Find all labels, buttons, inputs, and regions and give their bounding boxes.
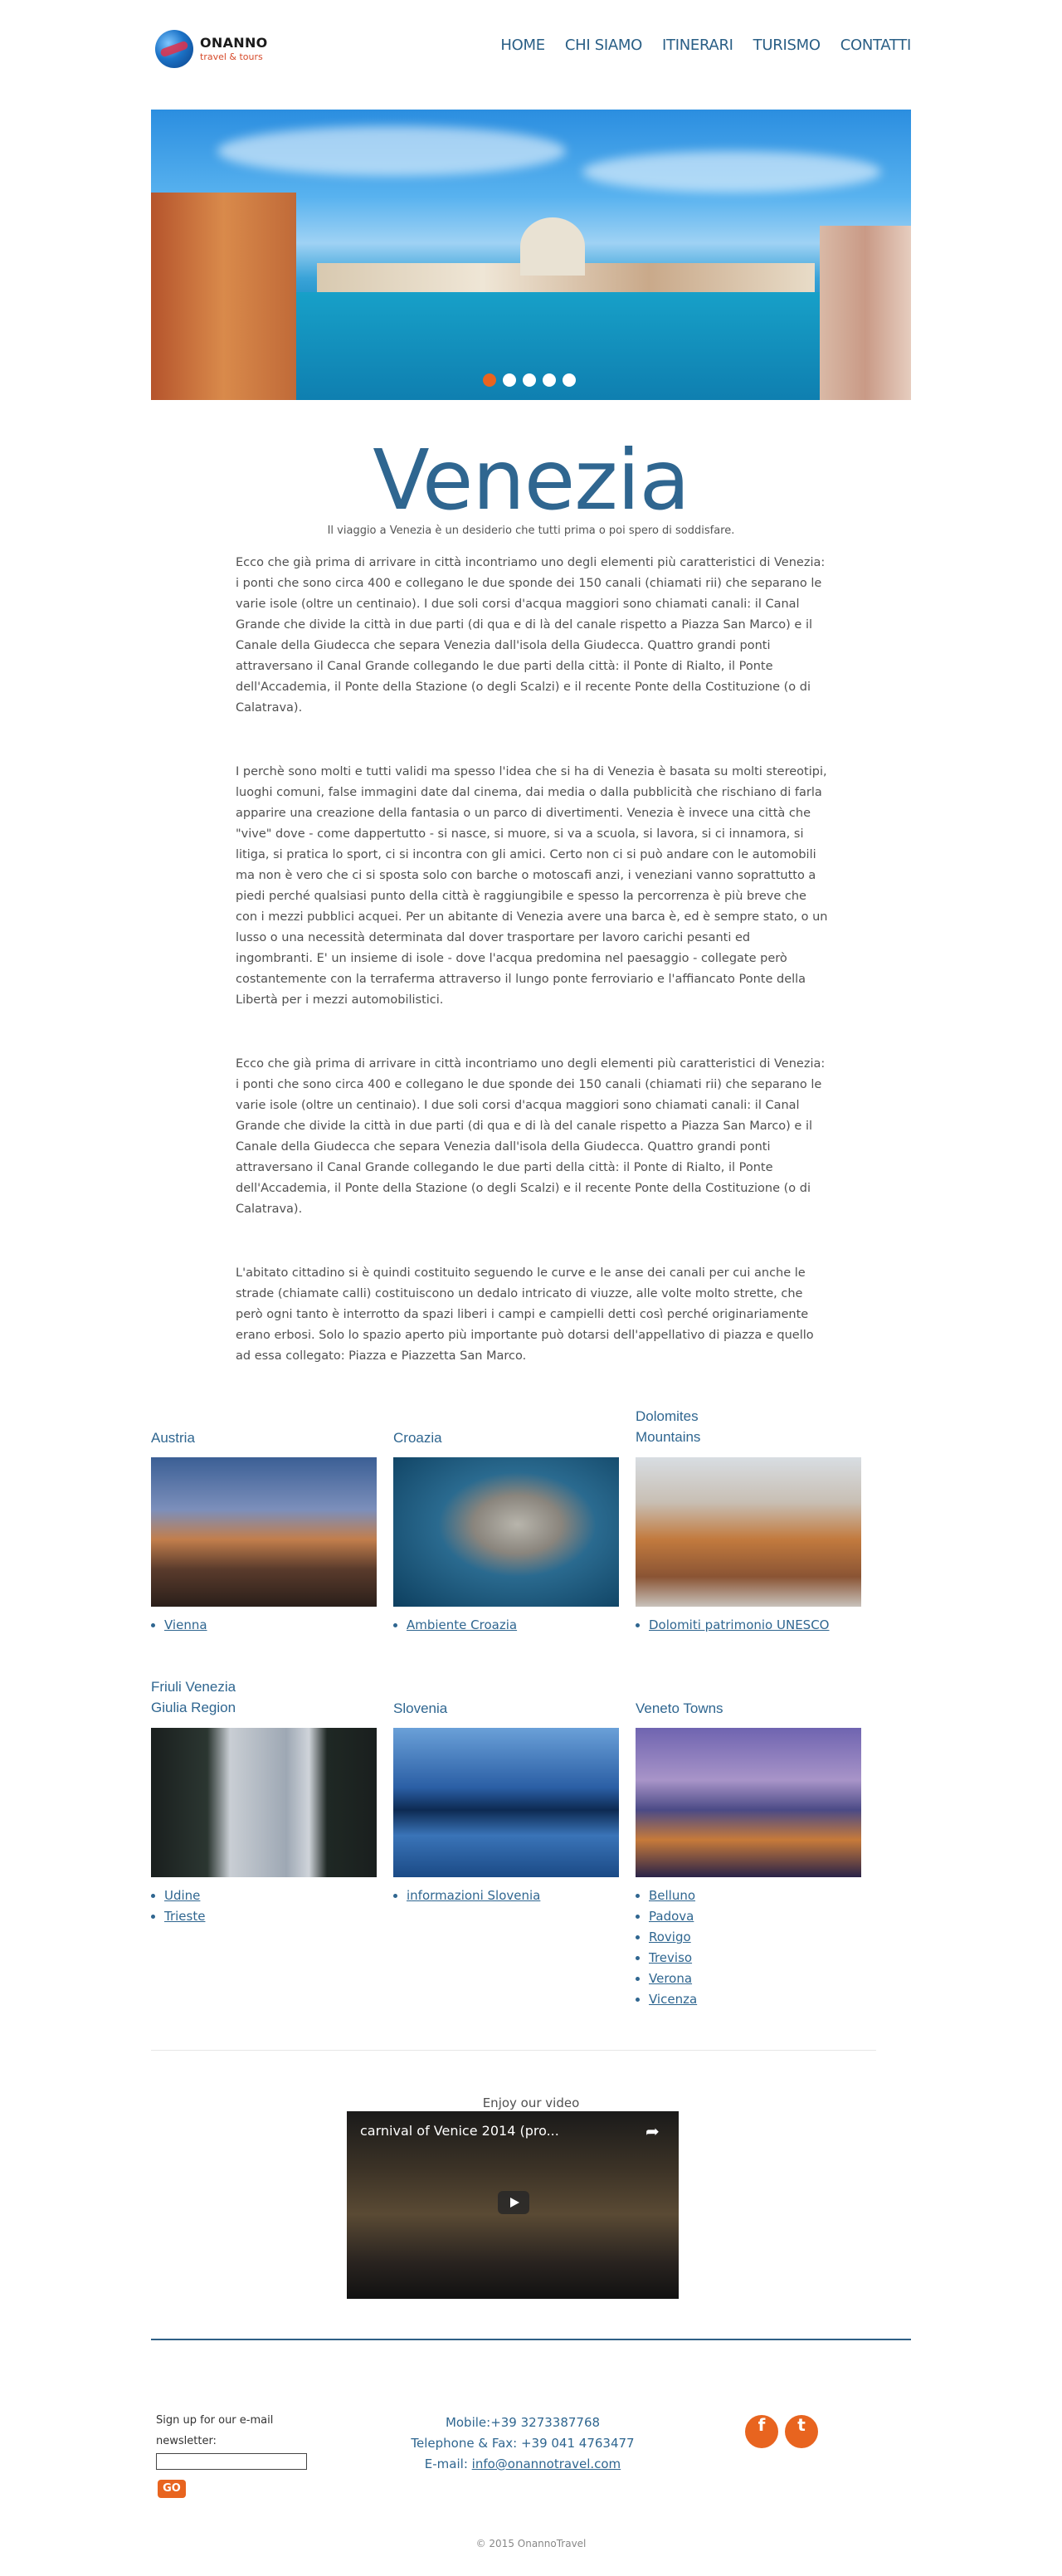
main-nav: HOME CHI SIAMO ITINERARI TURISMO CONTATT… bbox=[500, 37, 911, 54]
link-trieste[interactable]: Trieste bbox=[164, 1909, 205, 1924]
paragraph-4: L'abitato cittadino si è quindi costitui… bbox=[236, 1266, 814, 1363]
newsletter-go-button[interactable]: GO bbox=[158, 2480, 186, 2498]
nav-turismo[interactable]: TURISMO bbox=[753, 37, 821, 54]
region-links: Udine Trieste bbox=[164, 1886, 205, 1927]
region-image-croazia[interactable] bbox=[393, 1457, 619, 1607]
region-links: Dolomiti patrimonio UNESCO bbox=[649, 1615, 830, 1636]
facebook-icon[interactable]: f bbox=[745, 2415, 778, 2448]
slider-dot-1[interactable] bbox=[483, 373, 496, 387]
region-title: Dolomites Mountains bbox=[636, 1408, 701, 1445]
paragraph-1: Ecco che già prima di arrivare in città … bbox=[236, 556, 826, 715]
hero-dome bbox=[520, 217, 585, 276]
region-image-friuli[interactable] bbox=[151, 1728, 377, 1877]
list-item: Padova bbox=[649, 1906, 697, 1927]
nav-chi-siamo[interactable]: CHI SIAMO bbox=[565, 37, 642, 54]
list-item: Belluno bbox=[649, 1886, 697, 1906]
contact-info: Mobile:+39 3273387768 Telephone & Fax: +… bbox=[398, 2413, 647, 2475]
link-verona[interactable]: Verona bbox=[649, 1971, 692, 1986]
nav-itinerari[interactable]: ITINERARI bbox=[662, 37, 733, 54]
region-links: Vienna bbox=[164, 1615, 207, 1636]
copyright: © 2015 OnannoTravel bbox=[475, 2538, 587, 2549]
link-udine[interactable]: Udine bbox=[164, 1888, 200, 1903]
hero-buildings-left bbox=[151, 193, 296, 400]
region-links: Ambiente Croazia bbox=[407, 1615, 517, 1636]
contact-phone: Telephone & Fax: +39 041 4763477 bbox=[411, 2436, 635, 2451]
slider-dot-3[interactable] bbox=[523, 373, 536, 387]
video-label: Enjoy our video bbox=[482, 2095, 580, 2110]
twitter-icon[interactable]: t bbox=[785, 2415, 818, 2448]
logo-tagline: travel & tours bbox=[200, 51, 263, 62]
list-item: informazioni Slovenia bbox=[407, 1886, 540, 1906]
slider-dot-5[interactable] bbox=[563, 373, 576, 387]
page-title: Venezia bbox=[373, 432, 690, 529]
logo[interactable]: ONANNO travel & tours bbox=[155, 27, 271, 70]
slider-dots bbox=[483, 373, 576, 387]
region-links: informazioni Slovenia bbox=[407, 1886, 540, 1906]
link-vicenza[interactable]: Vicenza bbox=[649, 1992, 697, 2007]
footer-divider bbox=[151, 2339, 911, 2340]
nav-home[interactable]: HOME bbox=[500, 37, 545, 54]
logo-name: ONANNO bbox=[200, 35, 268, 51]
newsletter-label: Sign up for our e-mail newsletter: bbox=[156, 2414, 274, 2447]
section-divider bbox=[151, 2050, 876, 2051]
region-image-slovenia[interactable] bbox=[393, 1728, 619, 1877]
nav-contatti[interactable]: CONTATTI bbox=[840, 37, 912, 54]
list-item: Vicenza bbox=[649, 1989, 697, 2010]
newsletter-email-input[interactable] bbox=[156, 2453, 307, 2470]
social-links: f t bbox=[745, 2415, 818, 2448]
list-item: Rovigo bbox=[649, 1927, 697, 1948]
link-treviso[interactable]: Treviso bbox=[649, 1950, 692, 1965]
contact-mobile: Mobile:+39 3273387768 bbox=[445, 2415, 601, 2430]
link-informazioni-slovenia[interactable]: informazioni Slovenia bbox=[407, 1888, 540, 1903]
list-item: Dolomiti patrimonio UNESCO bbox=[649, 1615, 830, 1636]
list-item: Vienna bbox=[164, 1615, 207, 1636]
list-item: Verona bbox=[649, 1969, 697, 1989]
play-icon[interactable] bbox=[498, 2191, 529, 2214]
page-subtitle: Il viaggio a Venezia è un desiderio che … bbox=[327, 524, 735, 537]
contact-email-row: E-mail: info@onannotravel.com bbox=[398, 2454, 647, 2475]
hero-buildings-right bbox=[820, 226, 911, 400]
link-rovigo[interactable]: Rovigo bbox=[649, 1930, 691, 1944]
contact-email-link[interactable]: info@onannotravel.com bbox=[472, 2456, 621, 2471]
list-item: Treviso bbox=[649, 1948, 697, 1969]
video-title[interactable]: carnival of Venice 2014 (pro... bbox=[360, 2123, 559, 2139]
region-title: Friuli Venezia Giulia Region bbox=[151, 1679, 236, 1715]
region-image-veneto[interactable] bbox=[636, 1728, 861, 1877]
list-item: Ambiente Croazia bbox=[407, 1615, 517, 1636]
link-vienna[interactable]: Vienna bbox=[164, 1617, 207, 1632]
paragraph-3: Ecco che già prima di arrivare in città … bbox=[236, 1057, 826, 1216]
link-dolomiti-unesco[interactable]: Dolomiti patrimonio UNESCO bbox=[649, 1617, 830, 1632]
slider-dot-4[interactable] bbox=[543, 373, 556, 387]
hero-cloud bbox=[217, 126, 566, 176]
slider-dot-2[interactable] bbox=[503, 373, 516, 387]
list-item: Udine bbox=[164, 1886, 205, 1906]
region-title: Austria bbox=[151, 1430, 195, 1446]
region-image-dolomites[interactable] bbox=[636, 1457, 861, 1607]
region-links: Belluno Padova Rovigo Treviso Verona Vic… bbox=[649, 1886, 697, 2010]
logo-globe-icon bbox=[155, 30, 193, 68]
region-title: Slovenia bbox=[393, 1700, 448, 1716]
paragraph-2: I perchè sono molti e tutti validi ma sp… bbox=[236, 765, 828, 1007]
region-image-austria[interactable] bbox=[151, 1457, 377, 1607]
region-title: Croazia bbox=[393, 1430, 442, 1446]
contact-email-prefix: E-mail: bbox=[424, 2456, 472, 2471]
list-item: Trieste bbox=[164, 1906, 205, 1927]
link-padova[interactable]: Padova bbox=[649, 1909, 694, 1924]
share-icon[interactable]: ➦ bbox=[645, 2121, 664, 2141]
link-ambiente-croazia[interactable]: Ambiente Croazia bbox=[407, 1617, 517, 1632]
video-player[interactable]: carnival of Venice 2014 (pro... ➦ bbox=[347, 2111, 679, 2299]
link-belluno[interactable]: Belluno bbox=[649, 1888, 695, 1903]
hero-slider[interactable] bbox=[151, 110, 911, 400]
hero-cloud bbox=[582, 151, 881, 193]
region-title: Veneto Towns bbox=[636, 1700, 723, 1716]
